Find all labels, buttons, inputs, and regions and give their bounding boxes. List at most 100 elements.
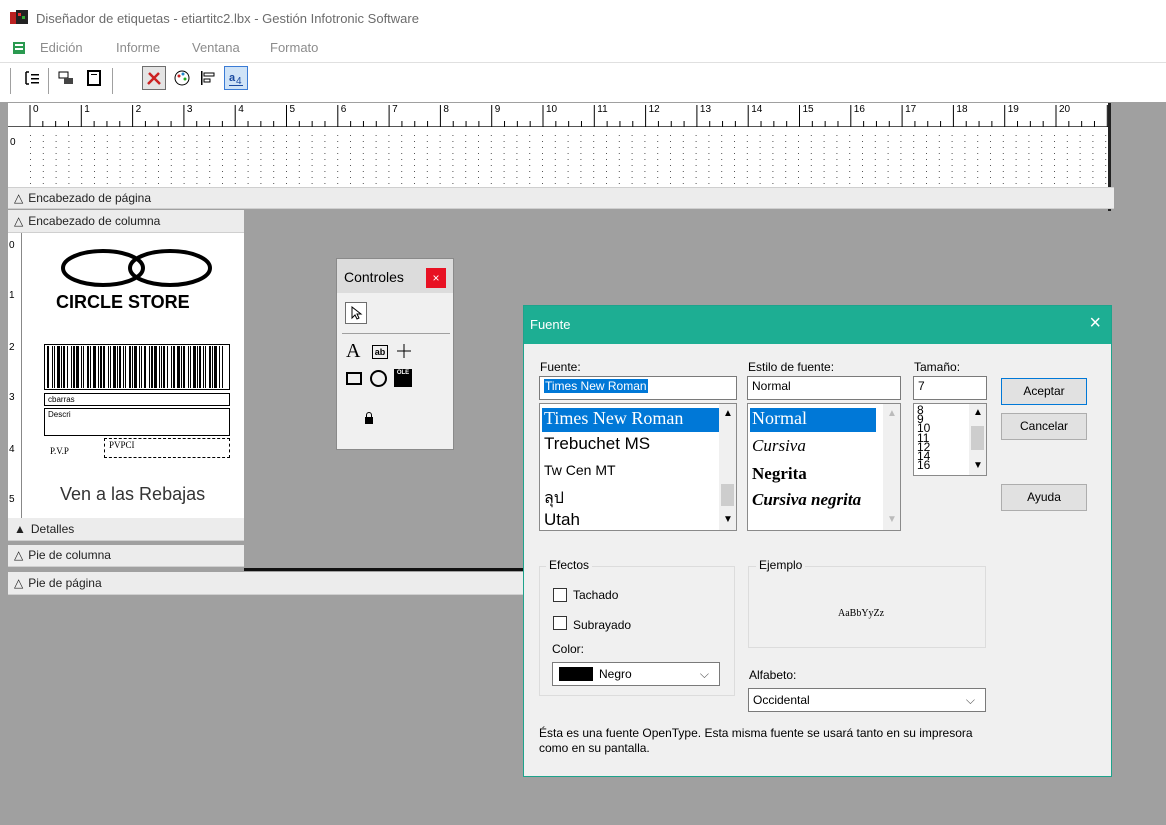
style-list-item[interactable]: Negrita bbox=[752, 464, 807, 484]
scroll-up-icon[interactable]: ▲ bbox=[887, 408, 897, 419]
style-list-item[interactable]: Normal bbox=[750, 408, 876, 432]
scroll-up-icon[interactable]: ▲ bbox=[973, 407, 983, 418]
font-style-field[interactable]: Normal bbox=[747, 376, 901, 400]
rectangle-tool-icon[interactable] bbox=[346, 372, 362, 385]
script-select[interactable]: Occidental ⌵ bbox=[748, 688, 986, 712]
menu-formato[interactable]: Formato bbox=[270, 40, 318, 55]
vruler-tick: 2 bbox=[9, 342, 15, 353]
vruler-tick: 4 bbox=[9, 444, 15, 455]
ellipse-tool-icon[interactable] bbox=[370, 370, 387, 387]
collapse-triangle-icon: △ bbox=[14, 576, 24, 590]
size-list-item[interactable]: 16 bbox=[917, 459, 930, 471]
store-name-text[interactable]: CIRCLE STORE bbox=[56, 292, 190, 313]
vruler-tick: 5 bbox=[9, 494, 15, 505]
font-list-scrollbar[interactable]: ▲ ▼ bbox=[719, 404, 736, 530]
font-list-item[interactable]: Utah bbox=[544, 510, 580, 530]
style-list-item[interactable]: Cursiva negrita bbox=[752, 490, 861, 510]
menu-informe[interactable]: Informe bbox=[116, 40, 160, 55]
band-column-footer[interactable]: △ Pie de columna bbox=[8, 545, 244, 567]
ruler-tick-label: 3 bbox=[186, 104, 193, 115]
style-list[interactable]: Normal Cursiva Negrita Cursiva negrita ▲… bbox=[747, 403, 901, 531]
ruler-tick-label: 1 bbox=[84, 104, 90, 115]
ruler-tick-label: 12 bbox=[648, 104, 660, 115]
underline-checkbox[interactable] bbox=[553, 616, 567, 630]
band-page-footer-label: Pie de página bbox=[28, 576, 102, 590]
accept-button[interactable]: Aceptar bbox=[1001, 378, 1087, 405]
band-page-header[interactable]: △ Encabezado de página bbox=[8, 187, 1114, 209]
band-details[interactable]: ▲ Detalles bbox=[8, 518, 244, 541]
field-tool-icon[interactable]: ab bbox=[372, 345, 388, 359]
svg-text:a: a bbox=[229, 72, 236, 84]
help-button[interactable]: Ayuda bbox=[1001, 484, 1087, 511]
ole-tool-icon[interactable]: OLE bbox=[394, 369, 412, 387]
size-label: Tamaño: bbox=[914, 360, 961, 374]
font-icon[interactable]: a4 bbox=[224, 66, 248, 90]
color-select[interactable]: Negro ⌵ bbox=[552, 662, 720, 686]
strikeout-checkbox[interactable] bbox=[553, 588, 567, 602]
field-list-icon[interactable] bbox=[20, 66, 44, 90]
script-label: Alfabeto: bbox=[749, 668, 797, 682]
band-page-footer[interactable]: △ Pie de página bbox=[8, 572, 528, 595]
font-size-field[interactable]: 7 bbox=[913, 376, 987, 400]
font-list-item[interactable]: ลุป bbox=[544, 486, 564, 511]
layout-icon[interactable] bbox=[54, 66, 78, 90]
text-tool-icon[interactable]: A bbox=[346, 340, 360, 363]
cancel-button[interactable]: Cancelar bbox=[1001, 413, 1087, 440]
pvp-field[interactable]: PVPCI bbox=[104, 438, 230, 458]
underline-label: Subrayado bbox=[573, 618, 632, 632]
tools-icon[interactable] bbox=[142, 66, 166, 90]
band-column-header[interactable]: △ Encabezado de columna bbox=[8, 210, 244, 233]
ruler-tick-label: 4 bbox=[238, 104, 244, 115]
font-dialog-titlebar[interactable]: Fuente × bbox=[524, 306, 1111, 344]
align-icon[interactable] bbox=[196, 66, 220, 90]
font-list-item[interactable]: Tw Cen MT bbox=[544, 462, 616, 478]
collapse-triangle-icon: △ bbox=[14, 191, 24, 205]
scroll-down-icon[interactable]: ▼ bbox=[973, 460, 983, 471]
menu-ventana[interactable]: Ventana bbox=[192, 40, 240, 55]
document-menu-icon[interactable] bbox=[12, 41, 28, 56]
ruler-tick-label: 16 bbox=[853, 104, 865, 115]
ruler-tick-label: 2 bbox=[135, 104, 142, 115]
ruler-tick-label: 5 bbox=[289, 104, 296, 115]
font-list[interactable]: Times New Roman Trebuchet MS Tw Cen MT ล… bbox=[539, 403, 737, 531]
palette-icon[interactable] bbox=[170, 66, 194, 90]
chevron-down-icon: ⌵ bbox=[965, 692, 975, 707]
pointer-icon[interactable] bbox=[345, 302, 367, 324]
style-list-scrollbar[interactable]: ▲ ▼ bbox=[883, 404, 900, 530]
menu-bar bbox=[0, 36, 1166, 60]
controls-title: Controles bbox=[344, 269, 404, 285]
description-field[interactable]: Descri bbox=[44, 408, 230, 436]
pvp-label[interactable]: P.V.P bbox=[50, 446, 69, 456]
sample-text: AaBbYyZz bbox=[838, 608, 885, 619]
ruler-tick-label: 9 bbox=[494, 104, 501, 115]
close-icon[interactable]: × bbox=[426, 268, 446, 288]
vruler-tick: 1 bbox=[9, 290, 15, 301]
band-column-header-label: Encabezado de columna bbox=[28, 214, 161, 228]
scroll-down-icon[interactable]: ▼ bbox=[723, 514, 733, 525]
font-info-text: Ésta es una fuente OpenType. Esta misma … bbox=[539, 726, 973, 755]
style-list-item[interactable]: Cursiva bbox=[752, 436, 806, 456]
scroll-down-icon[interactable]: ▼ bbox=[887, 514, 897, 525]
size-list-scrollbar[interactable]: ▲ ▼ bbox=[969, 404, 986, 475]
barcode-field[interactable]: cbarras bbox=[44, 393, 230, 406]
ruler-tick-label: 7 bbox=[392, 104, 398, 115]
collapse-triangle-icon: △ bbox=[14, 214, 24, 228]
size-list[interactable]: 8 9 10 11 12 14 16 ▲ ▼ bbox=[913, 403, 987, 476]
line-tool-icon[interactable] bbox=[396, 343, 412, 359]
page-icon[interactable] bbox=[82, 66, 106, 90]
page-header-area[interactable]: 0 bbox=[8, 127, 1111, 187]
store-logo-image[interactable] bbox=[58, 246, 218, 290]
slogan-text[interactable]: Ven a las Rebajas bbox=[60, 484, 205, 505]
ruler-tick-label: 14 bbox=[751, 104, 763, 115]
lock-icon[interactable] bbox=[364, 412, 374, 424]
ruler-tick-label: 15 bbox=[802, 104, 814, 115]
scroll-up-icon[interactable]: ▲ bbox=[723, 408, 733, 419]
font-list-item[interactable]: Trebuchet MS bbox=[544, 434, 650, 454]
font-name-field[interactable]: Times New Roman bbox=[539, 376, 737, 400]
scroll-thumb[interactable] bbox=[971, 426, 984, 450]
close-icon[interactable]: × bbox=[1089, 312, 1101, 335]
font-list-item[interactable]: Times New Roman bbox=[542, 408, 720, 432]
menu-edicion[interactable]: Edición bbox=[40, 40, 83, 55]
scroll-thumb[interactable] bbox=[721, 484, 734, 506]
barcode-image[interactable] bbox=[44, 344, 230, 390]
